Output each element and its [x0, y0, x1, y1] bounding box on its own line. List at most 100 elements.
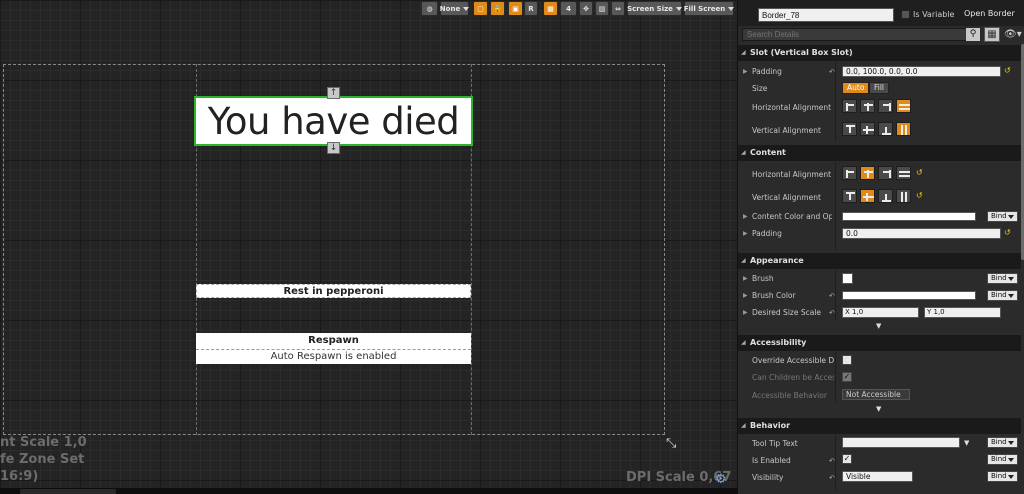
reset-binding-icon[interactable]: ↶ — [829, 68, 835, 76]
preview-dropdown[interactable]: None — [440, 1, 470, 16]
content-align-fill-icon[interactable] — [896, 166, 911, 180]
eye-icon[interactable]: 👁▾ — [1004, 29, 1022, 40]
grid-view-icon[interactable]: ▦ — [984, 27, 1000, 42]
valign-top-icon[interactable] — [842, 122, 857, 136]
brush-label: Brush — [752, 274, 774, 283]
subtitle-text[interactable]: Rest in pepperoni — [196, 284, 471, 298]
grid-snap-size-dropdown[interactable]: 4 — [560, 1, 577, 16]
bind-button[interactable]: Bind — [987, 211, 1018, 222]
search-icon[interactable]: ⚲ — [966, 28, 980, 41]
resize-icon[interactable]: ⤡ — [666, 437, 680, 451]
padding-handle-top[interactable]: ↑ — [327, 87, 340, 99]
bind-button[interactable]: Bind — [987, 437, 1018, 448]
open-border-link[interactable]: Open Border — [964, 9, 1015, 18]
visibility-dropdown[interactable]: Visible — [842, 471, 913, 482]
valign-fill-icon[interactable] — [896, 122, 911, 136]
content-align-center-icon[interactable] — [860, 166, 875, 180]
fill-screen-label: Fill Screen — [683, 4, 726, 13]
content-color-swatch[interactable] — [842, 212, 976, 221]
content-valign-fill-icon[interactable] — [896, 189, 911, 203]
align-left-icon[interactable] — [842, 99, 857, 113]
expand-arrow-icon[interactable]: ▶ — [743, 292, 748, 299]
section-behavior[interactable]: Behavior — [738, 418, 1021, 434]
reset-to-default-icon[interactable]: ↺ — [916, 168, 923, 177]
gear-icon[interactable]: ⚙ — [715, 472, 727, 487]
align-right-icon[interactable] — [878, 99, 893, 113]
section-content[interactable]: Content — [738, 145, 1021, 161]
flip-icon[interactable]: ⇔ — [611, 1, 625, 16]
respawn-button[interactable]: Respawn — [196, 333, 471, 349]
bind-button[interactable]: Bind — [987, 454, 1018, 465]
selected-border-widget[interactable]: You have died — [194, 96, 473, 146]
bind-button[interactable]: Bind — [987, 273, 1018, 284]
size-auto-button[interactable]: Auto — [842, 82, 870, 94]
safe-zone-text: fe Zone Set — [0, 452, 85, 467]
desired-size-y-field[interactable]: Y 1,0 — [924, 307, 1001, 318]
lock-icon[interactable]: 🔒 — [490, 1, 505, 16]
show-advanced-icon[interactable]: ▼ — [876, 405, 881, 413]
section-accessibility[interactable]: Accessibility — [738, 335, 1021, 351]
screen-size-dropdown[interactable]: Screen Size — [627, 1, 682, 16]
aspect-ratio-text: 16:9) — [0, 469, 39, 484]
tooltip-input[interactable] — [842, 437, 960, 448]
respect-locks-icon[interactable]: ▣ — [508, 1, 523, 16]
widget-name-input[interactable] — [758, 8, 894, 22]
globe-icon[interactable]: ◍ — [421, 1, 438, 16]
expand-arrow-icon[interactable]: ▶ — [743, 230, 748, 237]
show-advanced-icon[interactable]: ▼ — [876, 322, 881, 330]
brush-swatch[interactable] — [842, 273, 853, 284]
column-divider — [835, 270, 836, 320]
content-valign-center-icon[interactable] — [860, 189, 875, 203]
chevron-down-icon[interactable]: ▼ — [964, 439, 969, 447]
chevron-down-icon — [675, 6, 682, 11]
reset-binding-icon[interactable]: ↶ — [829, 309, 835, 317]
valign-bottom-icon[interactable] — [878, 122, 893, 136]
title-text: You have died — [207, 99, 460, 143]
align-center-icon[interactable] — [860, 99, 875, 113]
valign-center-icon[interactable] — [860, 122, 875, 136]
is-variable-checkbox[interactable] — [901, 10, 910, 19]
r-button[interactable]: R — [524, 1, 538, 16]
auto-respawn-text[interactable]: Auto Respawn is enabled — [196, 349, 471, 364]
desired-size-x-field[interactable]: X 1,0 — [842, 307, 919, 318]
designer-viewport[interactable]: ◍ None ▢ 🔒 ▣ R ▦ 4 ✥ ▨ ⇔ Screen Size Fil… — [0, 0, 737, 494]
is-enabled-label: Is Enabled — [752, 456, 791, 465]
content-padding-label: Padding — [752, 229, 782, 238]
reset-binding-icon[interactable]: ↶ — [829, 292, 835, 300]
reset-to-default-icon[interactable]: ↺ — [1004, 66, 1011, 75]
content-padding-field[interactable]: 0.0 — [842, 228, 1001, 239]
brush-color-swatch[interactable] — [842, 291, 976, 300]
reset-binding-icon[interactable]: ↶ — [829, 457, 835, 465]
content-align-right-icon[interactable] — [878, 166, 893, 180]
reset-to-default-icon[interactable]: ↺ — [916, 191, 923, 200]
select-mode-icon[interactable]: ▢ — [473, 1, 488, 16]
bind-button[interactable]: Bind — [987, 290, 1018, 301]
section-slot[interactable]: Slot (Vertical Box Slot) — [738, 45, 1021, 61]
section-appearance[interactable]: Appearance — [738, 253, 1021, 269]
padding-handle-bottom[interactable]: ↓ — [327, 142, 340, 154]
is-enabled-checkbox[interactable]: ✓ — [842, 454, 852, 464]
bind-button[interactable]: Bind — [987, 471, 1018, 482]
content-valign-label: Vertical Alignment — [752, 193, 821, 202]
align-fill-icon[interactable] — [896, 99, 911, 113]
fill-screen-dropdown[interactable]: Fill Screen — [683, 1, 735, 16]
expand-arrow-icon[interactable]: ▶ — [743, 309, 748, 316]
reset-to-default-icon[interactable]: ↺ — [1004, 228, 1011, 237]
content-valign-bottom-icon[interactable] — [878, 189, 893, 203]
content-valign-top-icon[interactable] — [842, 189, 857, 203]
size-fill-button[interactable]: Fill — [869, 82, 890, 94]
search-details-input[interactable] — [742, 28, 980, 41]
content-align-left-icon[interactable] — [842, 166, 857, 180]
bottom-tab[interactable] — [20, 489, 116, 494]
slot-halign-label: Horizontal Alignment — [752, 103, 832, 112]
reset-binding-icon[interactable]: ↶ — [829, 474, 835, 482]
expand-arrow-icon[interactable]: ▶ — [743, 68, 748, 75]
transform-icon[interactable]: ✥ — [579, 1, 593, 16]
slot-padding-field[interactable]: 0.0, 100.0, 0.0, 0.0 — [842, 66, 1001, 77]
override-accessible-checkbox[interactable] — [842, 355, 852, 365]
image-icon[interactable]: ▨ — [595, 1, 609, 16]
expand-arrow-icon[interactable]: ▶ — [743, 275, 748, 282]
tooltip-label: Tool Tip Text — [752, 439, 798, 448]
grid-snap-icon[interactable]: ▦ — [543, 1, 558, 16]
expand-arrow-icon[interactable]: ▶ — [743, 213, 748, 220]
